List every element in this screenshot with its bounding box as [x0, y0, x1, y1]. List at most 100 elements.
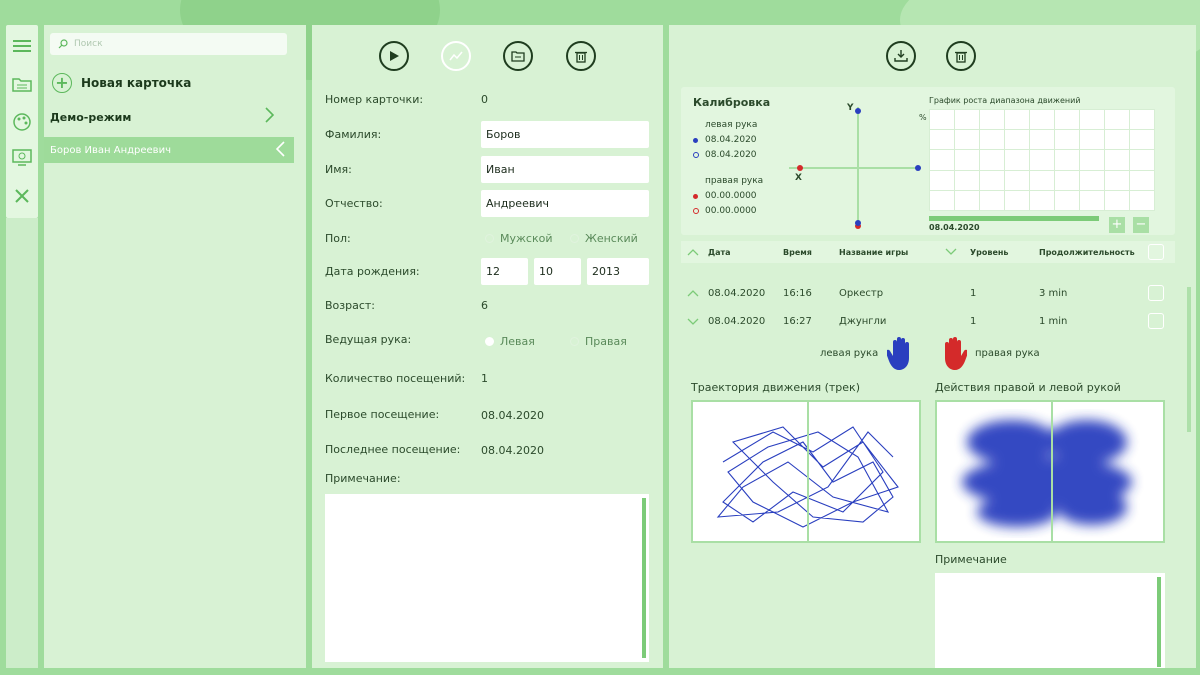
track-divider [807, 402, 809, 541]
surname-field[interactable]: Боров [481, 121, 649, 148]
first-visit-label: Первое посещение: [325, 408, 440, 421]
play-icon [390, 51, 399, 61]
col-duration[interactable]: Продолжительность [1039, 248, 1135, 257]
zoom-out-button[interactable]: − [1133, 217, 1149, 233]
left-hand-caption: левая рука [820, 348, 879, 359]
row-duration: 3 min [1039, 288, 1068, 299]
sex-female-label: Женский [585, 232, 638, 245]
trend-icon [449, 51, 463, 61]
chevron-down-icon[interactable] [687, 318, 699, 326]
calib-point [915, 165, 921, 171]
search-input[interactable]: Поиск [50, 33, 287, 55]
patronymic-label: Отчество: [325, 197, 383, 210]
last-visit-value: 08.04.2020 [481, 444, 544, 457]
card-number-label: Номер карточки: [325, 93, 424, 106]
delete-session-button[interactable] [946, 41, 976, 71]
download-icon [894, 50, 908, 62]
patient-name: Боров Иван Андреевич [50, 144, 171, 156]
row-checkbox[interactable] [1148, 313, 1164, 329]
search-icon [58, 39, 68, 49]
dob-day-field[interactable]: 12 [481, 258, 528, 285]
x-axis-label: X [795, 173, 802, 183]
calibration-block: Калибровка левая рука 08.04.2020 08.04.2… [681, 87, 1175, 235]
hand-right-radio[interactable]: Правая [570, 335, 627, 348]
last-visit-label: Последнее посещение: [325, 443, 461, 456]
row-checkbox[interactable] [1148, 285, 1164, 301]
note-textarea[interactable] [325, 494, 649, 662]
sex-female-radio[interactable]: Женский [570, 232, 638, 245]
menu-icon[interactable] [6, 31, 38, 61]
stats-button[interactable] [441, 41, 471, 71]
sidebar: Поиск + Новая карточка Демо-режим Боров … [44, 25, 306, 668]
right-hand-caption: правая рука [975, 348, 1040, 359]
right-hand-icon [945, 337, 967, 370]
plus-icon: + [52, 73, 72, 93]
note-label: Примечание: [325, 472, 401, 485]
table-row[interactable]: 08.04.2020 16:16 Оркестр 1 3 min [681, 281, 1175, 305]
dob-year-field[interactable]: 2013 [587, 258, 649, 285]
radio-checked-icon [485, 337, 494, 346]
age-value: 6 [481, 299, 488, 312]
left-hand-icon [887, 337, 909, 370]
range-growth-graph [929, 108, 1155, 212]
panel-scrollbar[interactable] [1187, 287, 1191, 432]
chevron-right-icon [264, 107, 275, 127]
open-folder-button[interactable] [503, 41, 533, 71]
chevron-up-icon[interactable] [687, 248, 699, 256]
calib-point [855, 220, 861, 226]
col-game[interactable]: Название игры [839, 248, 908, 257]
hand-right-label: Правая [585, 335, 627, 348]
hand-left-radio[interactable]: Левая [485, 335, 535, 348]
col-level[interactable]: Уровень [970, 248, 1008, 257]
row-level: 1 [970, 316, 977, 327]
download-button[interactable] [886, 41, 916, 71]
table-row[interactable]: 08.04.2020 16:27 Джунгли 1 1 min [681, 309, 1175, 333]
monitor-settings-icon[interactable] [6, 143, 38, 173]
y-axis-line [857, 107, 859, 225]
delete-button[interactable] [566, 41, 596, 71]
palette-icon[interactable] [6, 107, 38, 137]
graph-unit: % [919, 113, 927, 122]
x-axis-line [789, 167, 921, 169]
patronymic-field[interactable]: Андреевич [481, 190, 649, 217]
zoom-in-button[interactable]: + [1109, 217, 1125, 233]
row-date: 08.04.2020 [708, 316, 766, 327]
left-hand-label: левая рука [705, 120, 758, 130]
chevron-up-icon[interactable] [687, 289, 699, 297]
col-time[interactable]: Время [783, 248, 812, 257]
sessions-table-header: Дата Время Название игры Уровень Продолж… [681, 241, 1175, 263]
session-note-textarea[interactable] [935, 573, 1165, 668]
scrollbar[interactable] [1157, 577, 1161, 667]
row-game: Оркестр [839, 288, 884, 299]
patient-card-panel: Номер карточки: 0 Фамилия: Боров Имя: Ив… [312, 25, 663, 668]
row-game: Джунгли [839, 316, 887, 327]
name-field[interactable]: Иван [481, 156, 649, 183]
graph-slider[interactable] [929, 216, 1099, 221]
demo-mode-label: Демо-режим [50, 111, 132, 124]
card-number-value: 0 [481, 93, 488, 106]
dob-month-field[interactable]: 10 [534, 258, 581, 285]
sex-male-label: Мужской [500, 232, 553, 245]
chevron-down-icon[interactable] [945, 248, 957, 256]
patient-list-item[interactable]: Боров Иван Андреевич [44, 137, 294, 163]
new-card-button[interactable]: + Новая карточка [52, 73, 191, 93]
select-all-checkbox[interactable] [1148, 244, 1164, 260]
folder-icon[interactable] [6, 69, 38, 99]
radio-icon [570, 337, 579, 346]
session-panel: Калибровка левая рука 08.04.2020 08.04.2… [669, 25, 1196, 668]
play-button[interactable] [379, 41, 409, 71]
y-axis-label: Y [847, 103, 854, 113]
right-dot-filled [693, 194, 698, 199]
right-date-2: 00.00.0000 [705, 206, 757, 216]
radio-icon [570, 234, 579, 243]
demo-mode-item[interactable]: Демо-режим [50, 107, 290, 124]
col-date[interactable]: Дата [708, 248, 731, 257]
graph-date: 08.04.2020 [929, 223, 980, 232]
scrollbar[interactable] [642, 498, 646, 658]
close-icon[interactable] [6, 181, 38, 211]
icon-rail [6, 25, 38, 218]
track-plot [691, 400, 921, 543]
sex-male-radio[interactable]: Мужской [485, 232, 552, 245]
age-label: Возраст: [325, 299, 376, 312]
trash-icon [955, 51, 967, 63]
